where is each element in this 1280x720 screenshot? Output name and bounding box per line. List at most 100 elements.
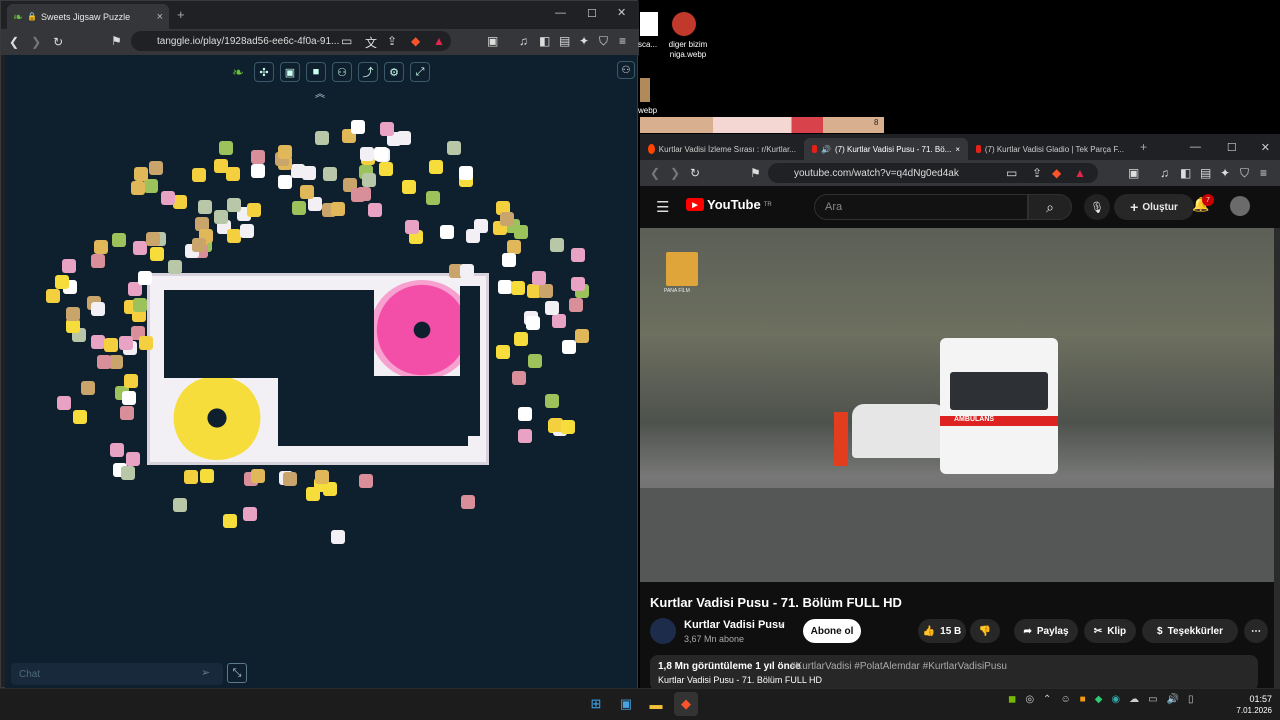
puzzle-piece[interactable] (198, 200, 212, 214)
audio-icon[interactable]: 🔊 (821, 145, 831, 154)
desktop-file-icon[interactable] (640, 12, 658, 36)
puzzle-piece[interactable] (300, 185, 314, 199)
clock-date[interactable]: 7.01.2026 (1232, 706, 1272, 715)
puzzle-piece[interactable] (397, 131, 411, 145)
puzzle-piece[interactable] (173, 498, 187, 512)
close-tab-icon[interactable]: × (157, 11, 163, 23)
subscribe-button[interactable]: Abone ol (803, 619, 861, 643)
puzzle-piece[interactable] (514, 332, 528, 346)
maximize-button[interactable]: ☐ (587, 7, 597, 20)
reader-icon[interactable]: ◧ (1180, 166, 1191, 180)
puzzle-piece[interactable] (62, 259, 76, 273)
menu-icon[interactable]: ≡ (619, 34, 626, 48)
shrink-icon[interactable]: ⤡ (227, 663, 247, 683)
puzzle-piece[interactable] (226, 167, 240, 181)
puzzle-piece[interactable] (124, 374, 138, 388)
bookmark-icon[interactable]: ⚑ (111, 34, 122, 48)
back-icon[interactable]: ❮ (9, 35, 19, 49)
puzzle-piece[interactable] (496, 345, 510, 359)
desktop-image-thumbnail[interactable] (672, 12, 696, 36)
puzzle-piece[interactable] (251, 150, 265, 164)
puzzle-piece[interactable] (55, 275, 69, 289)
taskbar-photos[interactable]: ▣ (614, 692, 638, 716)
forward-icon[interactable]: ❯ (670, 166, 680, 180)
puzzle-piece[interactable] (331, 530, 345, 544)
puzzle-piece[interactable] (91, 335, 105, 349)
puzzle-piece[interactable] (323, 167, 337, 181)
puzzle-piece[interactable] (550, 238, 564, 252)
forward-icon[interactable]: ❯ (31, 35, 41, 49)
puzzle-piece[interactable] (200, 469, 214, 483)
puzzle-piece[interactable] (219, 141, 233, 155)
brave-shields-icon[interactable]: ◆ (411, 34, 420, 48)
back-icon[interactable]: ❮ (650, 166, 660, 180)
youtube-logo[interactable]: ▶ YouTube TR (686, 197, 772, 212)
puzzle-piece[interactable] (362, 173, 376, 187)
puzzle-piece[interactable] (133, 298, 147, 312)
leo-ai-icon[interactable]: ✦ (579, 34, 589, 48)
puzzle-piece[interactable] (308, 197, 322, 211)
puzzle-piece[interactable] (518, 407, 532, 421)
desktop-file-label[interactable]: sca... (638, 40, 657, 49)
puzzle-piece[interactable] (518, 429, 532, 443)
translate-icon[interactable]: 文 (365, 34, 377, 51)
puzzle-piece[interactable] (528, 354, 542, 368)
puzzle-piece[interactable] (184, 470, 198, 484)
puzzle-piece[interactable] (539, 284, 553, 298)
chat-input[interactable]: Chat (11, 663, 223, 685)
tray-app-icon[interactable]: ◉ (1111, 694, 1120, 705)
puzzle-piece[interactable] (405, 220, 419, 234)
puzzle-piece[interactable] (227, 198, 241, 212)
tray-app-icon[interactable]: ◆ (1095, 694, 1103, 705)
search-input[interactable]: Ara (814, 194, 1028, 220)
puzzle-piece[interactable] (466, 229, 480, 243)
vpn-icon[interactable]: ⛉ (1240, 166, 1249, 181)
puzzle-piece[interactable] (507, 240, 521, 254)
puzzle-piece[interactable] (426, 191, 440, 205)
puzzle-piece[interactable] (192, 238, 206, 252)
new-tab-button[interactable]: + (177, 7, 185, 22)
new-tab-button[interactable]: + (1140, 140, 1147, 154)
desktop-image-thumbnail[interactable] (640, 78, 650, 102)
puzzle-piece[interactable] (240, 224, 254, 238)
thanks-button[interactable]: $ Teşekkürler (1142, 619, 1238, 643)
share-icon[interactable]: ⇪ (1032, 166, 1042, 180)
puzzle-piece[interactable] (247, 203, 261, 217)
loose-pieces-area[interactable] (5, 55, 637, 655)
puzzle-piece[interactable] (214, 210, 228, 224)
address-bar[interactable]: youtube.com/watch?v=q4dNg0ed4ak (768, 163, 1098, 183)
puzzle-piece[interactable] (192, 168, 206, 182)
puzzle-piece[interactable] (511, 281, 525, 295)
puzzle-piece[interactable] (526, 316, 540, 330)
puzzle-piece[interactable] (359, 474, 373, 488)
puzzle-piece[interactable] (73, 410, 87, 424)
puzzle-piece[interactable] (278, 175, 292, 189)
nvidia-icon[interactable]: ◼ (1008, 694, 1016, 705)
create-button[interactable]: + Oluştur (1114, 194, 1194, 220)
discord-icon[interactable]: ☺ (1060, 694, 1070, 705)
puzzle-piece[interactable] (374, 147, 388, 161)
install-icon[interactable]: ▭ (1006, 166, 1017, 180)
like-button[interactable]: 👍 15 B (918, 619, 966, 643)
puzzle-piece[interactable] (514, 225, 528, 239)
reload-icon[interactable]: ↻ (690, 166, 700, 180)
puzzle-piece[interactable] (91, 254, 105, 268)
maximize-button[interactable]: ☐ (1227, 141, 1237, 154)
puzzle-piece[interactable] (97, 355, 111, 369)
puzzle-piece[interactable] (562, 340, 576, 354)
puzzle-piece[interactable] (575, 329, 589, 343)
brave-shields-icon[interactable]: ◆ (1052, 166, 1061, 180)
address-bar[interactable]: tanggle.io/play/1928ad56-ee6c-4f0a-91... (131, 31, 451, 51)
bookmark-icon[interactable]: ⚑ (750, 166, 761, 180)
puzzle-piece[interactable] (122, 391, 136, 405)
start-button[interactable]: ⊞ (584, 692, 608, 716)
puzzle-piece[interactable] (368, 203, 382, 217)
puzzle-piece[interactable] (66, 319, 80, 333)
taskbar-file-explorer[interactable]: ▬ (644, 692, 668, 716)
hashtags[interactable]: #KurtlarVadisi #PolatAlemdar #KurtlarVad… (790, 661, 1007, 672)
puzzle-piece[interactable] (46, 289, 60, 303)
music-icon[interactable]: ♫ (1160, 166, 1169, 180)
puzzle-piece[interactable] (357, 187, 371, 201)
puzzle-piece[interactable] (331, 202, 345, 216)
battery-icon[interactable]: ▯ (1188, 694, 1194, 705)
